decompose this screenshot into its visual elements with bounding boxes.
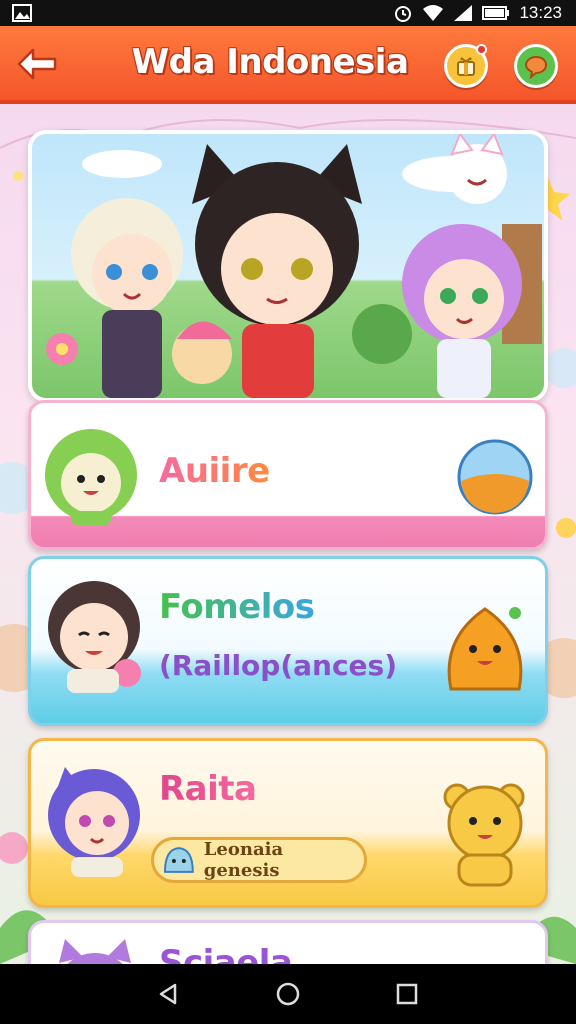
content-area[interactable]: Auiire Fomelos (Raillop(ances) Raita Leo… <box>0 108 576 964</box>
card-subtitle: (Raillop(ances) <box>159 649 397 682</box>
system-nav-bar <box>0 964 576 1024</box>
clock: 13:23 <box>519 3 562 22</box>
gift-button[interactable] <box>444 44 488 88</box>
chat-icon <box>524 55 548 79</box>
back-triangle-icon[interactable] <box>157 982 181 1006</box>
notification-dot <box>476 44 487 55</box>
slime-icon <box>163 847 194 873</box>
status-bar: 13:23 <box>0 0 576 26</box>
characters-illustration <box>46 134 542 398</box>
app-bar: Wda Indonesia <box>0 26 576 104</box>
chat-button[interactable] <box>514 44 558 88</box>
card-action-button[interactable]: Leonaia genesis <box>151 837 367 883</box>
card-title: Sciaela <box>159 943 293 964</box>
gift-icon <box>457 57 475 76</box>
game-card-4[interactable]: Sciaela <box>28 920 548 964</box>
game-card-1[interactable]: Auiire <box>28 400 548 550</box>
half-moon-orb-icon <box>457 439 533 515</box>
back-arrow-icon <box>17 48 57 80</box>
dark-hair-girl-avatar <box>48 581 141 693</box>
purple-hair-girl-avatar <box>48 767 140 877</box>
game-card-2[interactable]: Fomelos (Raillop(ances) <box>28 556 548 726</box>
card-title: Auiire <box>159 451 270 491</box>
orange-creature-icon <box>447 607 523 691</box>
battery-icon <box>482 6 510 20</box>
recents-square-icon[interactable] <box>395 982 419 1006</box>
card-action-label: Leonaia genesis <box>203 839 284 881</box>
card-title: Raita <box>159 769 257 809</box>
yellow-bear-icon <box>443 783 525 887</box>
hero-banner[interactable] <box>28 130 548 402</box>
wifi-icon <box>423 5 444 21</box>
card-title: Fomelos <box>159 587 315 627</box>
home-circle-icon[interactable] <box>275 981 301 1007</box>
signal-icon <box>454 5 473 21</box>
back-button[interactable] <box>14 44 60 84</box>
game-card-3[interactable]: Raita Leonaia genesis <box>28 738 548 908</box>
alarm-icon <box>395 6 412 22</box>
image-icon <box>12 4 32 22</box>
cat-girl-avatar <box>59 939 131 964</box>
green-creature-avatar <box>45 429 137 525</box>
page-title: Wda Indonesia <box>131 42 409 82</box>
